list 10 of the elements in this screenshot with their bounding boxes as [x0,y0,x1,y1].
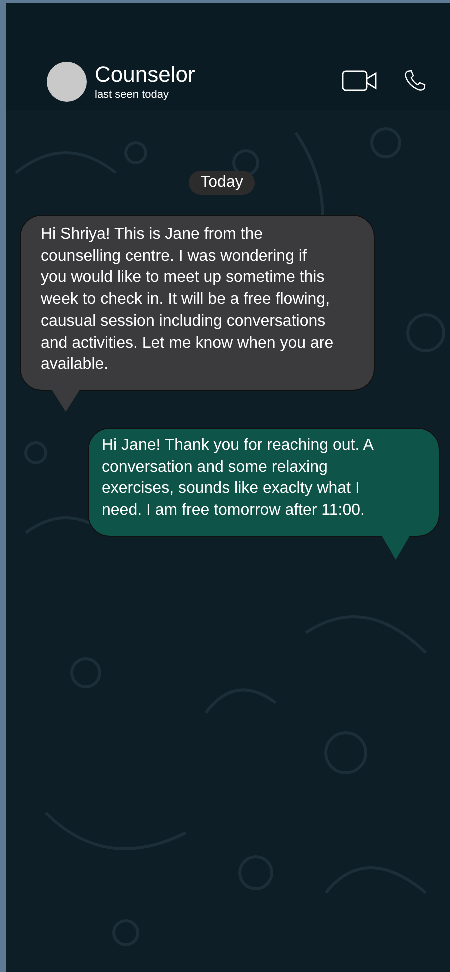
avatar[interactable] [47,62,87,102]
bubble-tail [382,536,410,560]
bubble-tail [52,390,80,412]
phone-call-icon[interactable] [404,70,426,92]
video-call-icon[interactable] [342,70,378,92]
last-seen-status: last seen today [95,88,170,102]
date-separator: Today [188,171,256,195]
contact-name: Counselor [95,62,196,88]
outgoing-message-bubble: Hi Jane! Thank you for reaching out. A conversation and some relaxing exercises, sounds like exaclty what I need. I am free tomorrow after 11:00. [88,428,440,537]
incoming-message-bubble: Hi Shriya! This is Jane from the counselling centre. I was wondering if you would like to meet up sometime this week to check in. It will be a free flowing, causual session including conversations and activities. Let me know when you are available. [20,215,375,391]
